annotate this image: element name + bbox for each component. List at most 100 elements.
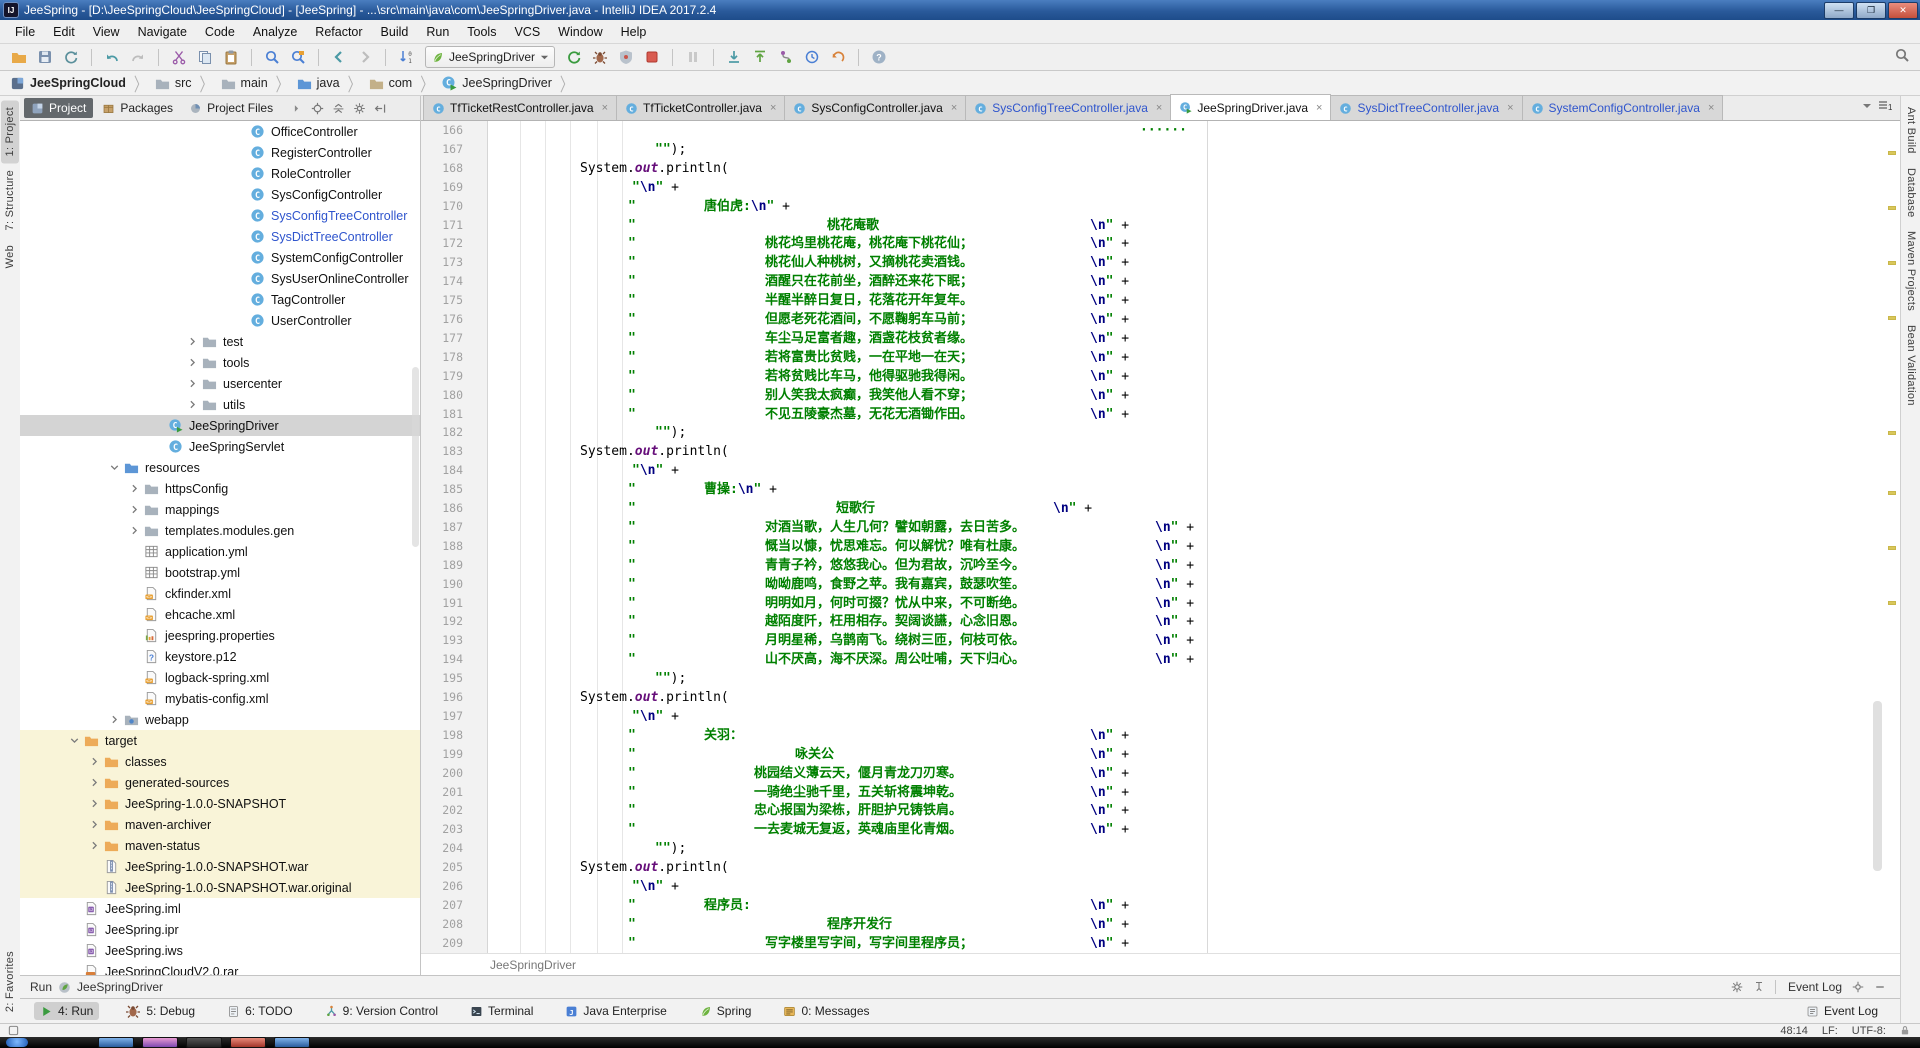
encoding[interactable]: UTF-8: <box>1852 1025 1886 1037</box>
cut-icon[interactable] <box>168 46 190 68</box>
close-tab-icon[interactable]: × <box>1708 102 1714 114</box>
tree-item[interactable]: utils <box>20 394 420 415</box>
caret-position[interactable]: 48:14 <box>1780 1025 1808 1037</box>
tree-item[interactable]: test <box>20 331 420 352</box>
lock-icon[interactable] <box>1900 1025 1910 1036</box>
editor-tab-jeespringdriver[interactable]: CJeeSpringDriver.java× <box>1170 94 1331 120</box>
gear-icon[interactable] <box>1852 981 1864 993</box>
minimize-panel-icon[interactable] <box>1874 981 1886 993</box>
forward-icon[interactable] <box>354 46 376 68</box>
copy-icon[interactable] <box>194 46 216 68</box>
tree-item[interactable]: JeeSpringCloudV2.0.rar <box>20 961 420 975</box>
tree-item[interactable]: <>mybatis-config.xml <box>20 688 420 709</box>
warning-stripe-mark[interactable] <box>1888 546 1896 550</box>
open-icon[interactable] <box>8 46 30 68</box>
close-tab-icon[interactable]: × <box>1507 102 1513 114</box>
hide-panel-icon[interactable] <box>374 102 387 115</box>
tool-window-button-5-debug[interactable]: 5: Debug <box>119 1001 201 1021</box>
tool-stripe-button-database[interactable]: Database <box>1902 161 1920 225</box>
chevron-right-icon[interactable] <box>84 839 104 852</box>
tree-item[interactable]: target <box>20 730 420 751</box>
line-ending[interactable]: LF: <box>1822 1025 1838 1037</box>
menu-item-view[interactable]: View <box>84 22 129 42</box>
close-tab-icon[interactable]: × <box>770 102 776 114</box>
vcs-branch-icon[interactable] <box>775 46 797 68</box>
start-button[interactable] <box>6 1038 28 1047</box>
breadcrumb-item-jeespringdriver[interactable]: CJeeSpringDriver <box>439 75 554 91</box>
tree-item[interactable]: jeespring.properties <box>20 625 420 646</box>
tool-stripe-button-ant-build[interactable]: Ant Build <box>1902 100 1920 161</box>
locate-icon[interactable] <box>311 102 324 115</box>
tree-item[interactable]: CSysDictTreeController <box>20 226 420 247</box>
editor-tab-tfticketrestcontroller[interactable]: CTfTicketRestController.java× <box>423 95 617 120</box>
tree-item[interactable]: JeeSpring-1.0.0-SNAPSHOT.war.original <box>20 877 420 898</box>
tool-window-button-0-messages[interactable]: 0: Messages <box>777 1002 875 1020</box>
tree-item[interactable]: <>ehcache.xml <box>20 604 420 625</box>
chevron-right-icon[interactable] <box>182 356 202 369</box>
menu-item-window[interactable]: Window <box>549 22 611 42</box>
editor-breadcrumb-bottom[interactable]: JeeSpringDriver <box>421 953 1900 975</box>
tree-item[interactable]: httpsConfig <box>20 478 420 499</box>
chevron-right-icon[interactable] <box>182 377 202 390</box>
tree-item[interactable]: <>ckfinder.xml <box>20 583 420 604</box>
tree-item[interactable]: webapp <box>20 709 420 730</box>
run-configuration-select[interactable]: JeeSpringDriver <box>425 46 555 68</box>
expand-icon[interactable] <box>290 102 303 115</box>
editor-tab-sysconfigcontroller[interactable]: CSysConfigController.java× <box>784 95 966 120</box>
taskbar-app-icon[interactable] <box>274 1037 310 1048</box>
tool-stripe-button-7-structure[interactable]: 7: Structure <box>1 163 19 237</box>
tree-item[interactable]: CSysConfigController <box>20 184 420 205</box>
warning-stripe-mark[interactable] <box>1888 491 1896 495</box>
tree-item[interactable]: IJJeeSpring.iml <box>20 898 420 919</box>
undo-icon[interactable] <box>101 46 123 68</box>
tree-item[interactable]: tools <box>20 352 420 373</box>
tree-item[interactable]: CUserController <box>20 310 420 331</box>
menu-item-vcs[interactable]: VCS <box>505 22 549 42</box>
pin-icon[interactable] <box>1753 981 1765 993</box>
tool-window-button-spring[interactable]: Spring <box>693 1002 758 1020</box>
close-tab-icon[interactable]: × <box>602 102 608 114</box>
editor-tab-sysdicttreecontroller[interactable]: CSysDictTreeController.java× <box>1330 95 1522 120</box>
tree-item[interactable]: usercenter <box>20 373 420 394</box>
chevron-right-icon[interactable] <box>84 797 104 810</box>
run-panel-tab[interactable]: Run <box>30 980 52 994</box>
tree-item[interactable]: maven-archiver <box>20 814 420 835</box>
gear-icon[interactable] <box>1731 981 1743 993</box>
settings-icon[interactable] <box>353 102 366 115</box>
tree-item[interactable]: CSystemConfigController <box>20 247 420 268</box>
tool-stripe-button-web[interactable]: Web <box>1 238 19 275</box>
tool-window-button-4-run[interactable]: 4: Run <box>34 1002 99 1020</box>
tree-item[interactable]: maven-status <box>20 835 420 856</box>
tree-item[interactable]: resources <box>20 457 420 478</box>
breadcrumb-item-src[interactable]: src <box>153 76 194 91</box>
taskbar-app-icon[interactable] <box>142 1037 178 1048</box>
tree-item[interactable]: CRoleController <box>20 163 420 184</box>
tree-item[interactable]: CRegisterController <box>20 142 420 163</box>
close-tab-icon[interactable]: × <box>1316 102 1322 114</box>
menu-item-run[interactable]: Run <box>417 22 458 42</box>
chevron-right-icon[interactable] <box>84 818 104 831</box>
pause-icon[interactable] <box>682 46 704 68</box>
breadcrumb-item-main[interactable]: main <box>219 76 270 91</box>
close-tab-icon[interactable]: × <box>951 102 957 114</box>
run-icon[interactable] <box>563 46 585 68</box>
chevron-down-icon[interactable] <box>104 461 124 474</box>
vcs-commit-icon[interactable] <box>749 46 771 68</box>
breadcrumb-item-com[interactable]: com <box>367 76 415 91</box>
coverage-icon[interactable] <box>615 46 637 68</box>
help-icon[interactable]: ? <box>868 46 890 68</box>
menu-item-tools[interactable]: Tools <box>458 22 505 42</box>
warning-stripe-mark[interactable] <box>1888 261 1896 265</box>
taskbar-app-icon[interactable] <box>186 1037 222 1048</box>
redo-icon[interactable] <box>127 46 149 68</box>
tool-window-button-java-enterprise[interactable]: JJava Enterprise <box>559 1002 672 1020</box>
project-panel-tab-packages[interactable]: Packages <box>95 98 180 118</box>
sort-lines-icon[interactable]: 01 <box>395 46 417 68</box>
warning-stripe-mark[interactable] <box>1888 316 1896 320</box>
debug-icon[interactable] <box>589 46 611 68</box>
back-icon[interactable] <box>328 46 350 68</box>
project-panel-tab-project-files[interactable]: Project Files <box>182 98 280 118</box>
editor-scrollbar[interactable] <box>1873 701 1882 871</box>
chevron-right-icon[interactable] <box>104 713 124 726</box>
tool-window-button-event-log[interactable]: Event Log <box>1800 1002 1884 1020</box>
